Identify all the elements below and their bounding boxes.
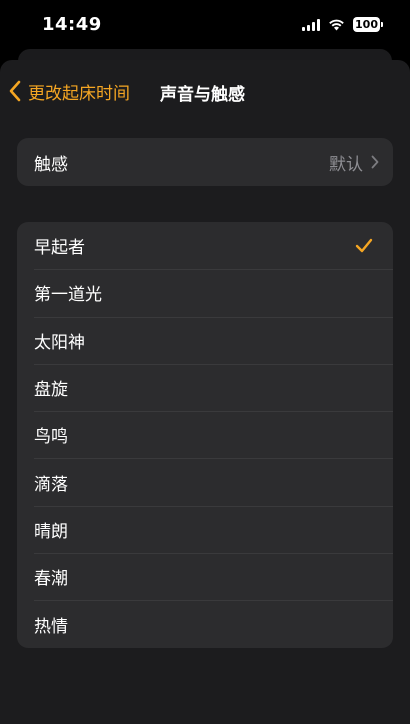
sound-item-spring-tide[interactable]: 春潮 <box>17 553 393 600</box>
battery-icon: 100 <box>353 17 383 32</box>
sound-item-birdsong[interactable]: 鸟鸣 <box>17 411 393 458</box>
haptics-group: 触感 默认 <box>17 138 393 186</box>
sound-item-passion[interactable]: 热情 <box>17 600 393 647</box>
page-title: 声音与触感 <box>160 85 245 105</box>
sound-list: 早起者 第一道光 太阳神 盘旋 鸟鸣 滴落 晴朗 春潮 热情 <box>17 222 393 648</box>
haptics-row[interactable]: 触感 默认 <box>17 138 393 186</box>
haptics-value-container: 默认 <box>329 150 379 175</box>
signal-icon <box>302 18 320 31</box>
sound-item-early-riser[interactable]: 早起者 <box>17 222 393 269</box>
sound-item-helios[interactable]: 太阳神 <box>17 316 393 364</box>
sound-settings-sheet: 更改起床时间 声音与触感 触感 默认 早起者 第一道光 太阳神 盘旋 鸟鸣 滴落… <box>0 60 410 724</box>
sound-item-label: 春潮 <box>34 569 68 590</box>
back-label: 更改起床时间 <box>28 83 130 104</box>
sound-item-hover[interactable]: 盘旋 <box>17 363 393 411</box>
sound-item-first-light[interactable]: 第一道光 <box>17 269 393 316</box>
back-button[interactable]: 更改起床时间 <box>8 76 130 106</box>
sound-item-droplets[interactable]: 滴落 <box>17 458 393 505</box>
sound-item-label: 早起者 <box>34 238 85 259</box>
checkmark-icon <box>355 238 373 253</box>
navigation-bar: 更改起床时间 声音与触感 <box>0 76 410 106</box>
sound-item-clear[interactable]: 晴朗 <box>17 505 393 553</box>
sound-item-label: 盘旋 <box>34 380 68 401</box>
status-bar: 14:49 100 <box>0 0 410 48</box>
status-time: 14:49 <box>42 14 102 35</box>
wifi-icon <box>329 19 344 31</box>
sound-item-label: 鸟鸣 <box>34 427 68 448</box>
chevron-left-icon <box>9 80 21 102</box>
sound-item-label: 热情 <box>34 616 68 637</box>
chevron-right-icon <box>371 155 379 169</box>
sound-item-label: 太阳神 <box>34 332 85 353</box>
haptics-label: 触感 <box>34 154 68 175</box>
sound-item-label: 晴朗 <box>34 521 68 542</box>
status-icons: 100 <box>302 17 383 32</box>
sound-item-label: 第一道光 <box>34 285 102 306</box>
sound-item-label: 滴落 <box>34 474 68 495</box>
haptics-value: 默认 <box>329 154 363 175</box>
